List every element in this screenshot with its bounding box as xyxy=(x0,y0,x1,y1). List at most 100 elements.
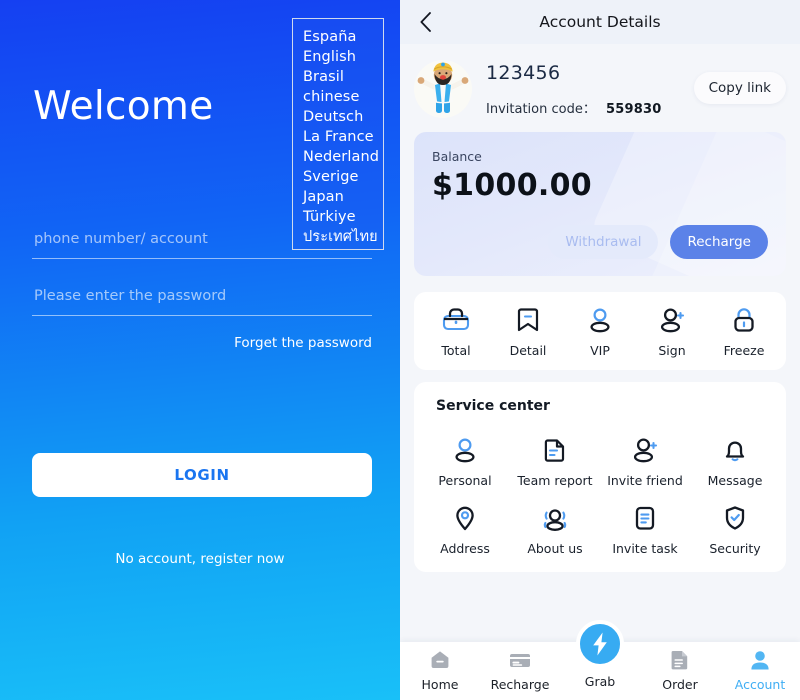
service-center-card: Service center Personal Team report Invi… xyxy=(414,382,786,572)
login-panel: España English Brasil chinese Deutsch La… xyxy=(0,0,400,700)
nav-item-home[interactable]: Home xyxy=(400,648,480,692)
nav-item-label: Recharge xyxy=(490,677,550,692)
password-underline xyxy=(32,315,372,316)
user-avatar-illustration xyxy=(417,62,469,113)
service-center-grid: Personal Team report Invite friend Messa… xyxy=(420,420,780,556)
page-title: Account Details xyxy=(539,13,661,31)
password-field-group xyxy=(32,285,372,316)
person-plus-icon xyxy=(657,306,687,334)
quick-action-label: Detail xyxy=(509,343,547,358)
register-link[interactable]: No account, register now xyxy=(0,551,400,567)
balance-card: Balance $1000.00 Withdrawal Recharge xyxy=(414,132,786,276)
credit-card-icon xyxy=(507,648,533,672)
quick-action-label: VIP xyxy=(590,343,610,358)
invitation-label: Invitation code： xyxy=(486,101,596,117)
nav-item-label: Order xyxy=(662,677,698,692)
copy-link-button[interactable]: Copy link xyxy=(693,72,786,104)
quick-action-total[interactable]: Total xyxy=(420,306,492,358)
nav-item-label: Grab xyxy=(584,674,616,689)
service-item-label: Address xyxy=(440,541,490,556)
language-option-france[interactable]: La France xyxy=(303,127,383,147)
account-panel: Account Details 123456 Invitation code： … xyxy=(400,0,800,700)
language-option-brasil[interactable]: Brasil xyxy=(303,67,383,87)
language-option-chinese[interactable]: chinese xyxy=(303,87,383,107)
quick-action-detail[interactable]: Detail xyxy=(492,306,564,358)
briefcase-icon xyxy=(441,306,471,334)
recharge-button[interactable]: Recharge xyxy=(670,225,768,259)
bell-icon xyxy=(720,436,750,464)
bookmark-minus-icon xyxy=(513,306,543,334)
lock-icon xyxy=(729,306,759,334)
service-item-label: Invite task xyxy=(612,541,678,556)
service-item-invite-task[interactable]: Invite task xyxy=(600,504,690,556)
service-item-message[interactable]: Message xyxy=(690,436,780,488)
balance-amount: $1000.00 xyxy=(432,168,592,203)
app-bar: Account Details xyxy=(400,0,800,44)
task-list-icon xyxy=(630,504,660,532)
service-item-invite-friend[interactable]: Invite friend xyxy=(600,436,690,488)
service-item-label: Security xyxy=(709,541,761,556)
service-item-security[interactable]: Security xyxy=(690,504,780,556)
profile-section: 123456 Invitation code： 559830 Copy link xyxy=(400,44,800,126)
language-option-japan[interactable]: Japan xyxy=(303,187,383,207)
service-item-label: Message xyxy=(707,473,763,488)
login-button[interactable]: LOGIN xyxy=(32,453,372,497)
home-icon xyxy=(427,648,453,672)
language-option-english[interactable]: English xyxy=(303,47,383,67)
shield-check-icon xyxy=(720,504,750,532)
language-option-nederland[interactable]: Nederland xyxy=(303,147,383,167)
quick-action-vip[interactable]: VIP xyxy=(564,306,636,358)
person-plus-icon xyxy=(630,436,660,464)
invitation-code: 559830 xyxy=(605,101,662,117)
document-lines-icon xyxy=(540,436,570,464)
order-document-icon xyxy=(667,648,693,672)
map-pin-icon xyxy=(450,504,480,532)
language-option-turkiye[interactable]: Türkiye xyxy=(303,207,383,227)
nav-item-label: Account xyxy=(734,677,786,692)
service-center-title: Service center xyxy=(436,398,550,414)
nav-item-account[interactable]: Account xyxy=(720,648,800,692)
language-option-sverige[interactable]: Sverige xyxy=(303,167,383,187)
quick-actions-card: Total Detail VIP Sign Freeze xyxy=(414,292,786,370)
chevron-left-icon xyxy=(419,12,432,32)
service-item-team-report[interactable]: Team report xyxy=(510,436,600,488)
quick-action-label: Freeze xyxy=(723,343,765,358)
language-selector[interactable]: España English Brasil chinese Deutsch La… xyxy=(292,18,384,250)
nav-item-label: Home xyxy=(421,677,459,692)
service-item-address[interactable]: Address xyxy=(420,504,510,556)
bottom-navigation: Home Recharge Grab Order Account xyxy=(400,620,800,700)
account-person-icon xyxy=(747,648,773,672)
service-item-label: Team report xyxy=(517,473,593,488)
service-item-about-us[interactable]: About us xyxy=(510,504,600,556)
grab-fab-button[interactable] xyxy=(576,620,624,668)
password-input[interactable] xyxy=(32,288,372,315)
app-screen: España English Brasil chinese Deutsch La… xyxy=(0,0,800,700)
avatar[interactable] xyxy=(414,60,472,118)
phone-field-group xyxy=(32,228,372,259)
forget-password-link[interactable]: Forget the password xyxy=(234,335,372,351)
service-item-label: Personal xyxy=(438,473,492,488)
person-icon xyxy=(585,306,615,334)
quick-action-label: Total xyxy=(441,343,471,358)
quick-action-sign[interactable]: Sign xyxy=(636,306,708,358)
phone-input[interactable] xyxy=(32,231,372,258)
service-item-label: About us xyxy=(527,541,583,556)
quick-action-freeze[interactable]: Freeze xyxy=(708,306,780,358)
back-button[interactable] xyxy=(412,9,438,35)
nav-item-grab[interactable]: Grab xyxy=(560,620,640,689)
welcome-title: Welcome xyxy=(33,84,214,129)
nav-item-order[interactable]: Order xyxy=(640,648,720,692)
language-option-espana[interactable]: España xyxy=(303,27,383,47)
withdrawal-button[interactable]: Withdrawal xyxy=(548,225,659,259)
quick-action-label: Sign xyxy=(658,343,686,358)
service-item-label: Invite friend xyxy=(607,473,683,488)
person-icon xyxy=(450,436,480,464)
phone-underline xyxy=(32,258,372,259)
balance-label: Balance xyxy=(432,149,482,164)
language-option-deutsch[interactable]: Deutsch xyxy=(303,107,383,127)
lightning-bolt-icon xyxy=(589,631,611,657)
nav-item-recharge[interactable]: Recharge xyxy=(480,648,560,692)
balance-actions: Withdrawal Recharge xyxy=(548,225,768,259)
service-item-personal[interactable]: Personal xyxy=(420,436,510,488)
people-group-icon xyxy=(540,504,570,532)
